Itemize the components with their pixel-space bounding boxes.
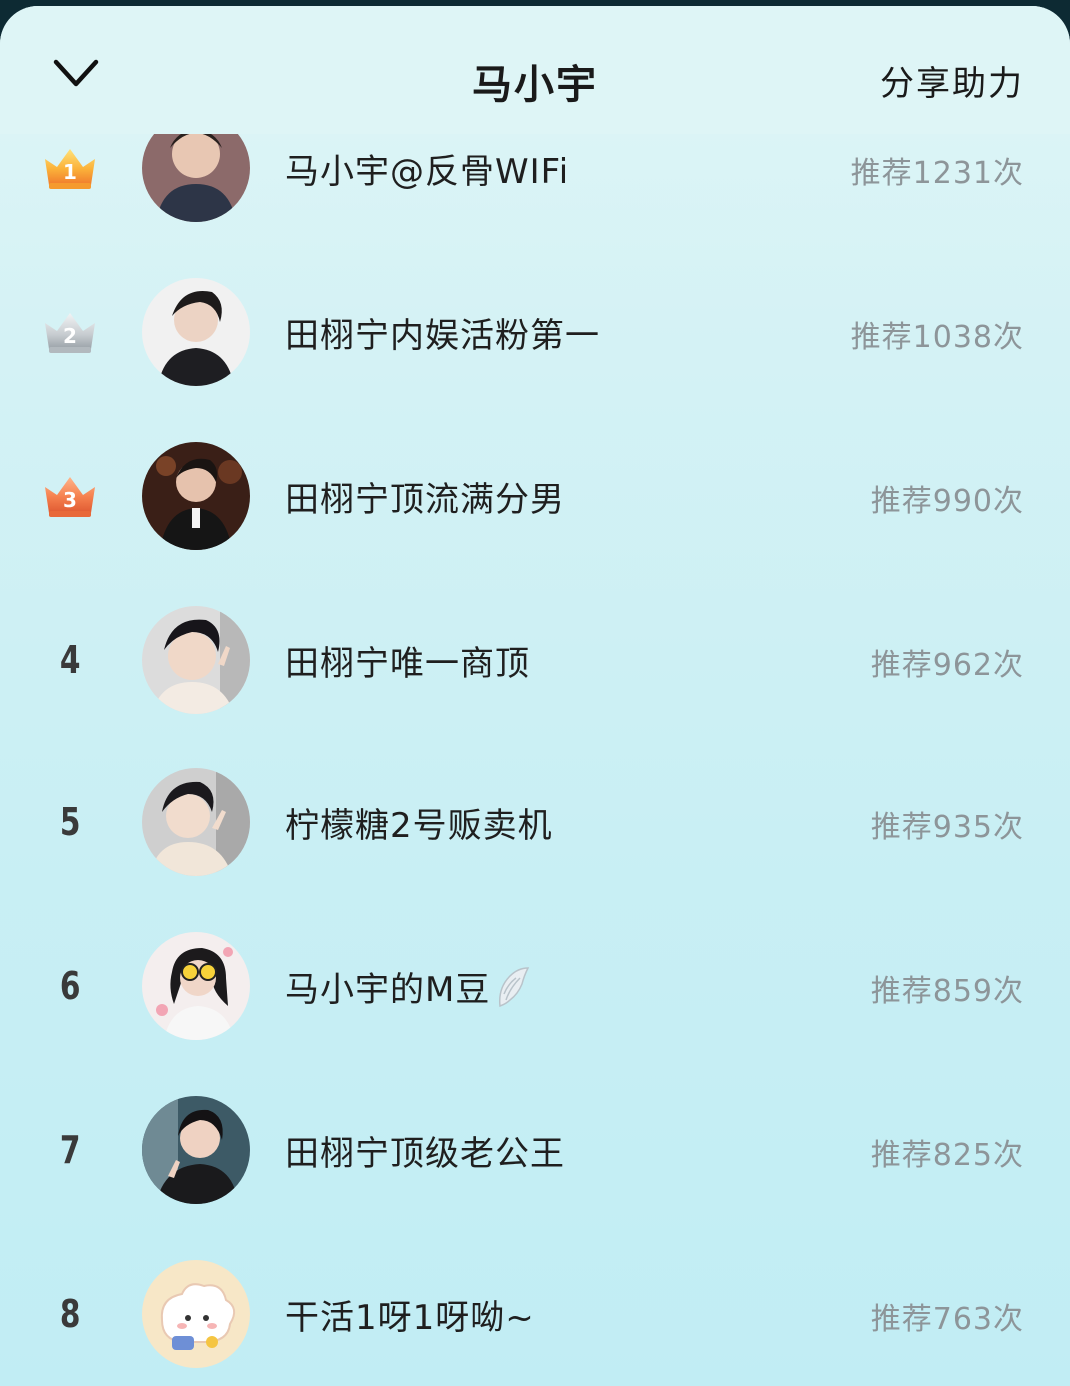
ranking-sheet: 1 马小宇@反骨WIFi 推荐1231次 2 田栩宁内娱活粉第一 推荐1038次… [0,6,1070,1386]
avatar[interactable] [142,1096,250,1204]
user-name: 干活1呀1呀呦~ [285,1298,535,1338]
share-boost-button[interactable]: 分享助力 [880,56,1024,105]
rank-badge: 1 [30,128,110,208]
recommend-count: 推荐825次 [870,1138,1024,1173]
list-item[interactable]: 4 田栩宁唯一商顶 推荐962次 [0,606,1070,716]
silver-crown-icon: 2 [45,313,95,353]
avatar[interactable] [142,606,250,714]
list-item[interactable]: 5 柠檬糖2号贩卖机 推荐935次 [0,768,1070,878]
rank-badge: 2 [30,292,110,372]
user-name: 马小宇@反骨WIFi [285,152,570,192]
list-item[interactable]: 6 马小宇的M豆 推荐859次 [0,932,1070,1042]
rank-number: 7 [59,1128,81,1172]
header: 马小宇 分享助力 [0,6,1070,136]
recommend-count: 推荐962次 [870,648,1024,683]
user-name: 田栩宁顶级老公王 [285,1134,565,1174]
avatar[interactable] [142,932,250,1040]
rank-number: 8 [59,1292,81,1336]
svg-text:2: 2 [63,324,77,348]
user-name: 柠檬糖2号贩卖机 [285,806,553,846]
user-name: 田栩宁顶流满分男 [285,480,565,520]
user-name: 马小宇的M豆 [285,962,530,1017]
list-item[interactable]: 2 田栩宁内娱活粉第一 推荐1038次 [0,278,1070,388]
avatar[interactable] [142,1260,250,1368]
avatar[interactable] [142,442,250,550]
recommend-count: 推荐935次 [870,810,1024,845]
bronze-crown-icon: 3 [45,477,95,517]
recommend-count: 推荐1038次 [850,320,1024,355]
recommend-count: 推荐990次 [870,484,1024,519]
list-item[interactable]: 3 田栩宁顶流满分男 推荐990次 [0,442,1070,552]
avatar[interactable] [142,768,250,876]
svg-text:1: 1 [63,160,77,184]
gold-crown-icon: 1 [45,149,95,189]
recommend-count: 推荐1231次 [850,156,1024,191]
avatar[interactable] [142,278,250,386]
wing-icon [496,966,530,1017]
rank-number: 6 [59,964,81,1008]
rank-number: 4 [59,638,81,682]
svg-text:3: 3 [63,488,77,512]
rank-badge: 3 [30,456,110,536]
list-item[interactable]: 8 干活1呀1呀呦~ 推荐763次 [0,1260,1070,1370]
user-name: 田栩宁内娱活粉第一 [285,316,600,356]
rank-number: 5 [59,800,81,844]
user-name: 田栩宁唯一商顶 [285,644,530,684]
recommend-count: 推荐859次 [870,974,1024,1009]
recommend-count: 推荐763次 [870,1302,1024,1337]
list-item[interactable]: 7 田栩宁顶级老公王 推荐825次 [0,1096,1070,1206]
